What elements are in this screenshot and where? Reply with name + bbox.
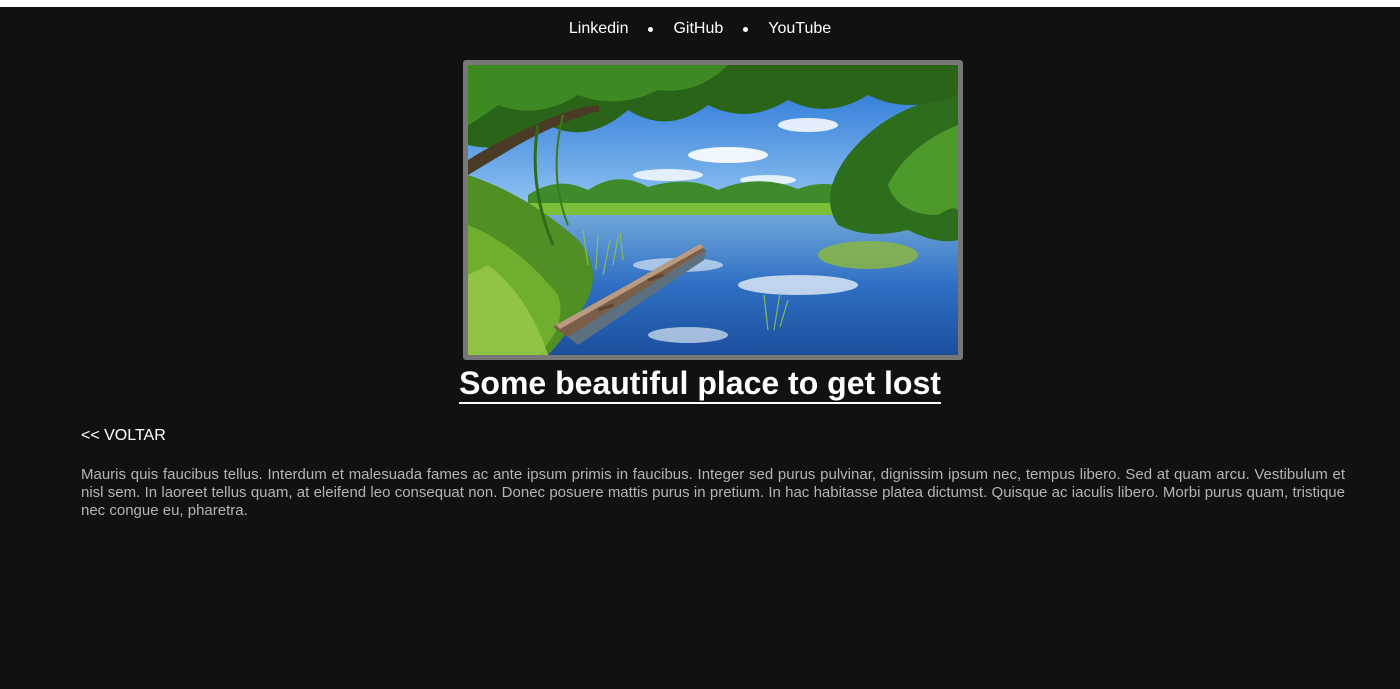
back-link[interactable]: << VOLTAR [81, 427, 166, 445]
nav-separator-dot [648, 26, 654, 32]
nav-link-github[interactable]: GitHub [673, 19, 723, 39]
nav-link-youtube[interactable]: YouTube [768, 19, 831, 39]
hero-image [463, 60, 963, 360]
article-body: Mauris quis faucibus tellus. Interdum et… [81, 466, 1345, 519]
page-title-text: Some beautiful place to get lost [459, 364, 941, 404]
nav-link-linkedin[interactable]: Linkedin [569, 19, 629, 39]
top-nav: Linkedin GitHub YouTube [0, 19, 1400, 39]
nav-separator-dot [743, 26, 749, 32]
page-title: Some beautiful place to get lost [0, 364, 1400, 404]
browser-top-strip [0, 0, 1400, 7]
landscape-illustration [468, 65, 958, 355]
